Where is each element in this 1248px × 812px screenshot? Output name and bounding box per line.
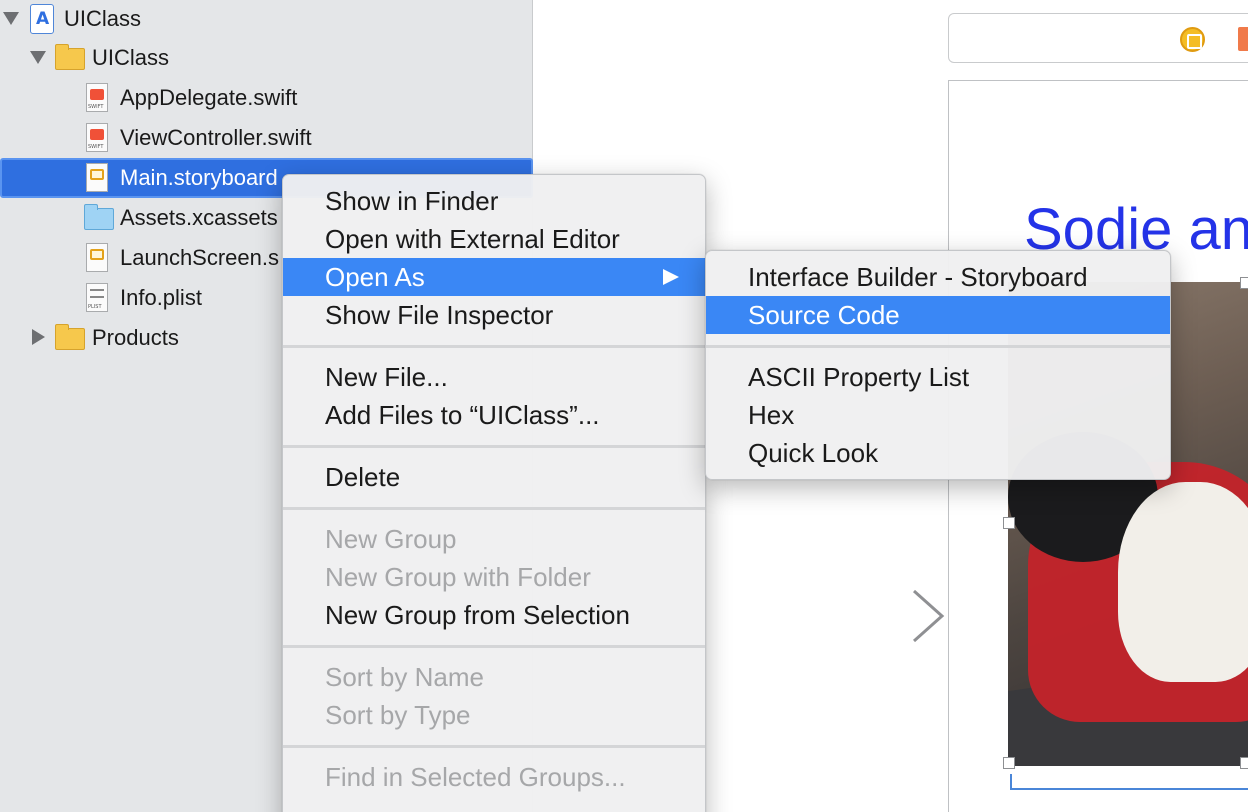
file-label: Info.plist	[120, 285, 202, 310]
plist-file-icon: PLIST	[86, 283, 108, 312]
menu-item-open-external-editor[interactable]: Open with External Editor	[283, 220, 705, 258]
file-label: Assets.xcassets	[120, 205, 278, 230]
resize-handle[interactable]	[1003, 517, 1015, 529]
menu-separator	[283, 645, 705, 648]
menu-item-sort-by-name: Sort by Name	[325, 662, 484, 692]
menu-item-new-group: New Group	[325, 524, 457, 554]
navigator-row-file[interactable]: SWIFT ViewController.swift	[0, 118, 533, 158]
folder-icon	[55, 44, 85, 70]
file-label: AppDelegate.swift	[120, 85, 298, 110]
asset-catalog-icon	[84, 204, 114, 230]
submenu-item-ascii-property-list[interactable]: ASCII Property List	[706, 358, 1170, 396]
menu-item-add-files[interactable]: Add Files to “UIClass”...	[283, 396, 705, 434]
view-controller-icon[interactable]	[1180, 27, 1205, 52]
constraint-indicator	[1010, 788, 1248, 790]
first-responder-icon[interactable]	[1238, 27, 1248, 51]
group-name: Products	[92, 325, 179, 350]
resize-handle[interactable]	[1003, 757, 1015, 769]
storyboard-file-icon	[86, 243, 108, 272]
disclosure-open-icon[interactable]	[3, 12, 19, 25]
menu-item-open-as[interactable]: Open As	[283, 258, 705, 296]
file-label: LaunchScreen.s	[120, 245, 279, 270]
folder-icon	[55, 324, 85, 350]
menu-separator	[283, 345, 705, 348]
file-label: Main.storyboard	[120, 165, 278, 190]
submenu-arrow-icon	[663, 269, 679, 285]
menu-item-new-group-with-folder: New Group with Folder	[325, 562, 591, 592]
resize-handle[interactable]	[1240, 757, 1248, 769]
swift-file-icon: SWIFT	[86, 83, 108, 112]
disclosure-closed-icon[interactable]	[32, 329, 45, 345]
project-name: UIClass	[64, 6, 142, 31]
menu-item-delete[interactable]: Delete	[283, 458, 705, 496]
navigator-row-project[interactable]: UIClass	[0, 0, 533, 40]
submenu-item-source-code[interactable]: Source Code	[706, 296, 1170, 334]
submenu-item-hex[interactable]: Hex	[706, 396, 1170, 434]
menu-item-new-file[interactable]: New File...	[283, 358, 705, 396]
swift-file-icon: SWIFT	[86, 123, 108, 152]
navigator-row-group[interactable]: UIClass	[0, 38, 533, 78]
submenu-item-interface-builder[interactable]: Interface Builder - Storyboard	[706, 258, 1170, 296]
menu-item-show-file-inspector[interactable]: Show File Inspector	[283, 296, 705, 334]
menu-item-sort-by-type: Sort by Type	[325, 700, 471, 730]
menu-separator	[706, 345, 1170, 348]
resize-handle[interactable]	[1240, 277, 1248, 289]
open-as-submenu: Interface Builder - Storyboard Source Co…	[705, 250, 1171, 480]
menu-item-find-in-selected-groups: Find in Selected Groups...	[325, 762, 626, 792]
entry-point-arrow-icon[interactable]	[788, 588, 948, 644]
storyboard-file-icon	[86, 163, 108, 192]
disclosure-open-icon[interactable]	[30, 51, 46, 64]
navigator-row-file[interactable]: SWIFT AppDelegate.swift	[0, 78, 533, 118]
file-label: ViewController.swift	[120, 125, 312, 150]
menu-item-label: Open As	[325, 262, 425, 292]
menu-separator	[283, 745, 705, 748]
menu-item-new-group-from-selection[interactable]: New Group from Selection	[283, 596, 705, 634]
submenu-item-quick-look[interactable]: Quick Look	[706, 434, 1170, 472]
menu-separator	[283, 445, 705, 448]
constraint-indicator	[1010, 774, 1012, 788]
menu-item-show-in-finder[interactable]: Show in Finder	[283, 182, 705, 220]
xcode-project-icon	[30, 4, 54, 34]
group-name: UIClass	[92, 45, 170, 70]
context-menu: Show in Finder Open with External Editor…	[282, 174, 706, 812]
menu-separator	[283, 507, 705, 510]
